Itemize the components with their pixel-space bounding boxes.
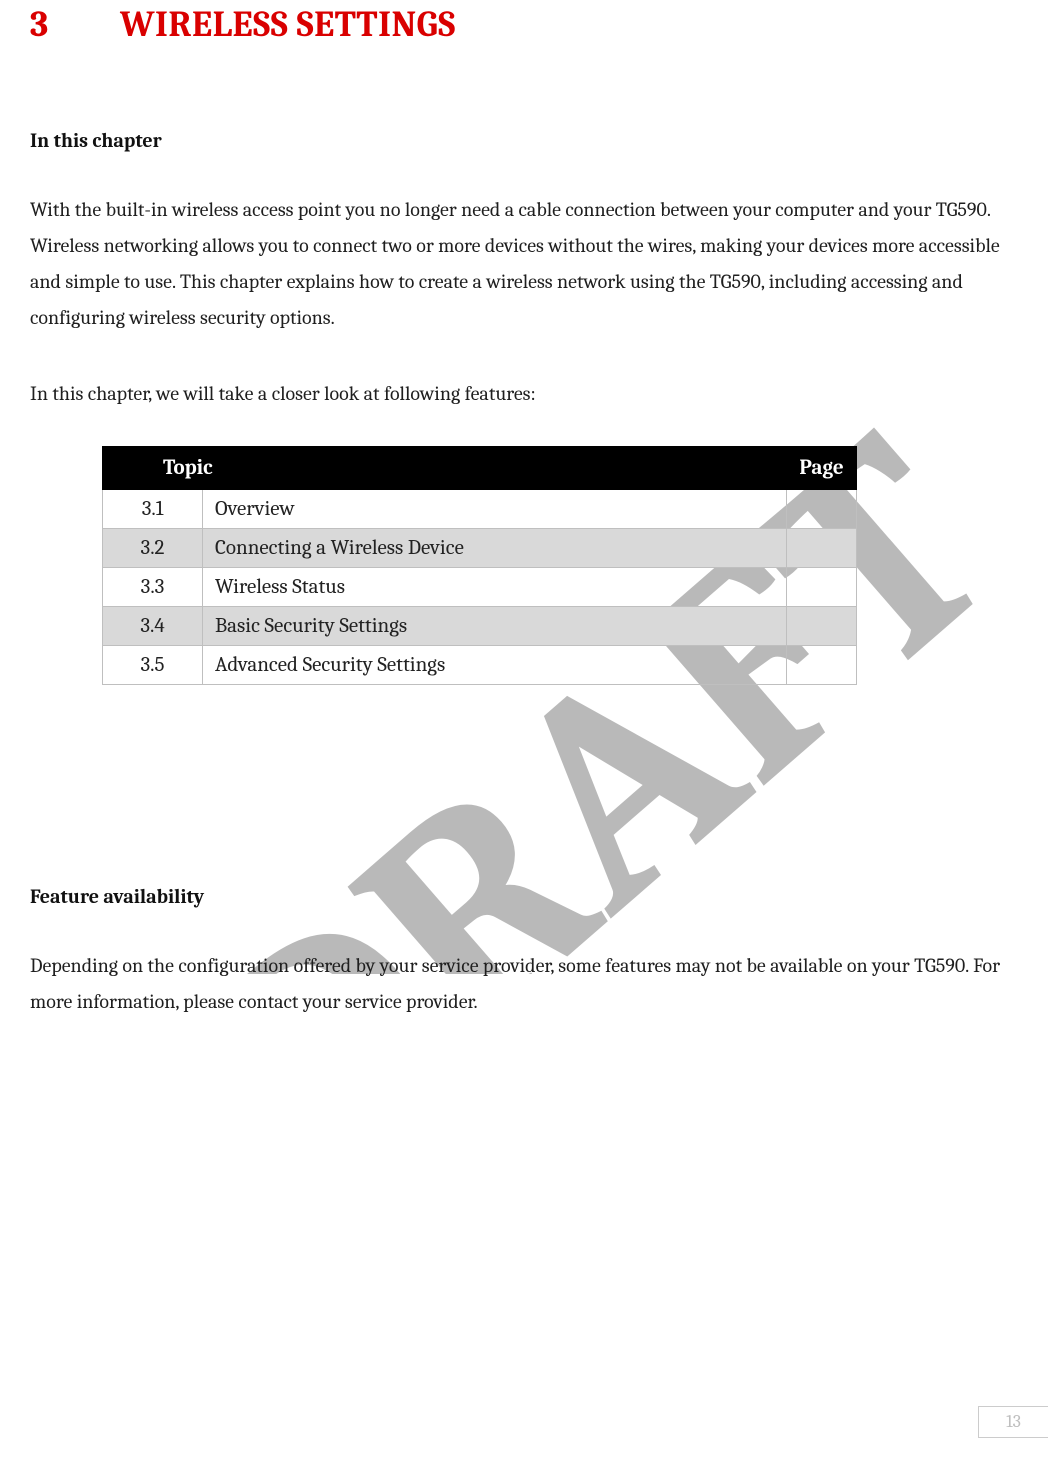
table-header-row: Topic Page <box>103 447 857 490</box>
row-page <box>787 529 857 568</box>
row-page <box>787 490 857 529</box>
table-row: 3.1 Overview <box>103 490 857 529</box>
row-page <box>787 607 857 646</box>
row-num: 3.2 <box>103 529 203 568</box>
row-num: 3.4 <box>103 607 203 646</box>
page-content: 3WIRELESS SETTINGS In this chapter With … <box>30 4 1018 1020</box>
chapter-heading: 3WIRELESS SETTINGS <box>30 4 1018 45</box>
table-row: 3.3 Wireless Status <box>103 568 857 607</box>
table-row: 3.5 Advanced Security Settings <box>103 646 857 685</box>
header-page: Page <box>787 447 857 490</box>
table-row: 3.2 Connecting a Wireless Device <box>103 529 857 568</box>
row-num: 3.1 <box>103 490 203 529</box>
row-page <box>787 646 857 685</box>
chapter-title-text: WIRELESS SETTINGS <box>120 4 456 45</box>
row-num: 3.3 <box>103 568 203 607</box>
feature-paragraph: Depending on the configuration offered b… <box>30 948 1018 1020</box>
intro-heading: In this chapter <box>30 129 1018 152</box>
page-number: 13 <box>978 1406 1048 1438</box>
chapter-number: 3 <box>30 4 120 45</box>
intro-lead: In this chapter, we will take a closer l… <box>30 376 1018 412</box>
row-title: Advanced Security Settings <box>203 646 787 685</box>
intro-paragraph: With the built-in wireless access point … <box>30 192 1018 336</box>
row-title: Connecting a Wireless Device <box>203 529 787 568</box>
row-page <box>787 568 857 607</box>
row-title: Overview <box>203 490 787 529</box>
row-title: Wireless Status <box>203 568 787 607</box>
row-title: Basic Security Settings <box>203 607 787 646</box>
row-num: 3.5 <box>103 646 203 685</box>
feature-heading: Feature availability <box>30 885 1018 908</box>
header-topic: Topic <box>103 447 787 490</box>
topics-table: Topic Page 3.1 Overview 3.2 Connecting a… <box>102 446 857 685</box>
table-row: 3.4 Basic Security Settings <box>103 607 857 646</box>
